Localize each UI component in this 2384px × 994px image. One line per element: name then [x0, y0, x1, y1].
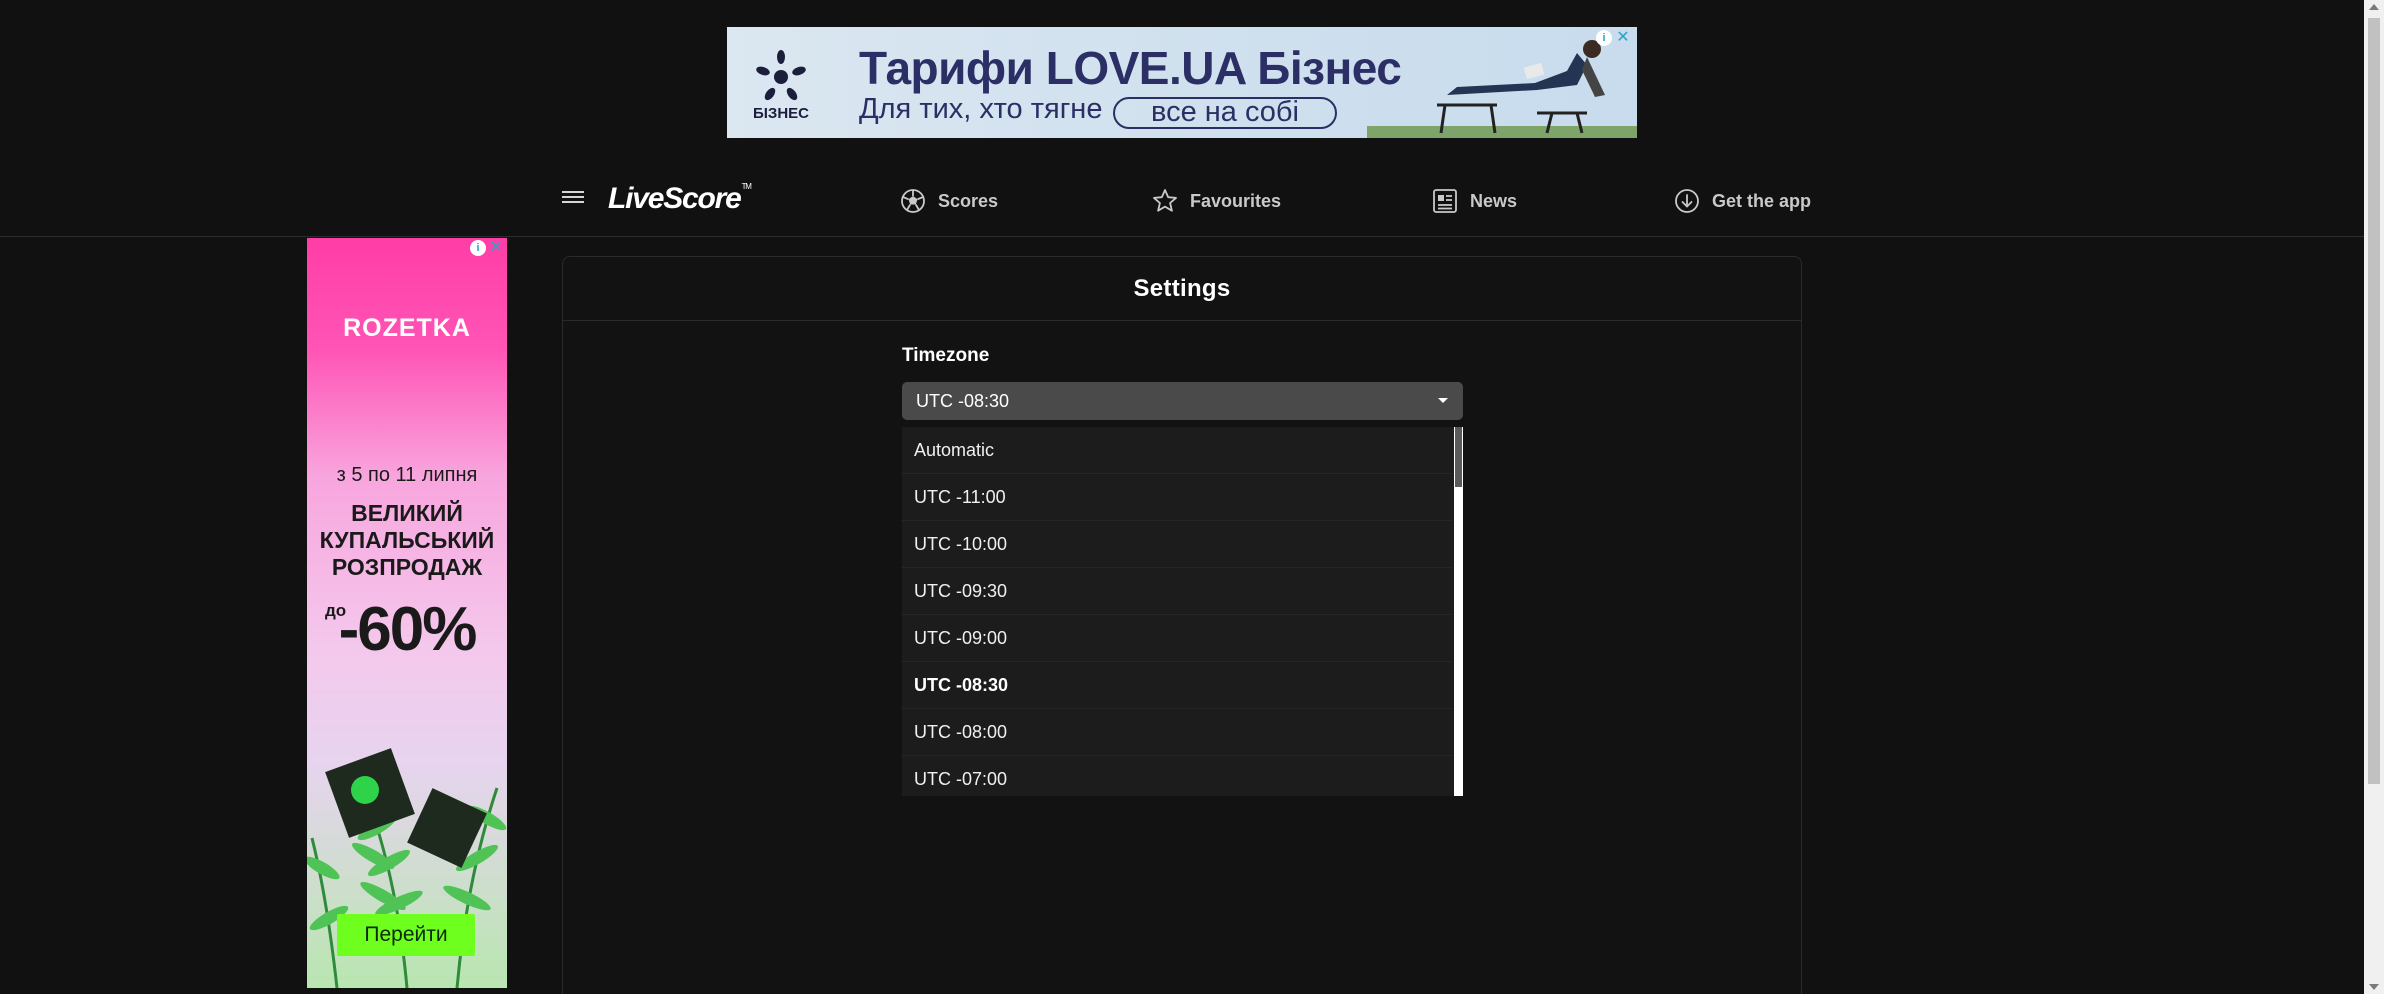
- nav-favourites[interactable]: Favourites: [1152, 186, 1281, 216]
- timezone-select[interactable]: UTC -08:30: [902, 382, 1463, 420]
- nav-scores[interactable]: Scores: [900, 186, 998, 216]
- kyivstar-logo-icon: [756, 50, 806, 101]
- side-banner-ad[interactable]: i ✕ ROZETKA з 5 по 11 липня ВЕЛИКИЙ КУПА…: [307, 238, 507, 988]
- timezone-option[interactable]: UTC -08:00: [902, 709, 1452, 756]
- ad-close-icon[interactable]: ✕: [1615, 30, 1631, 46]
- scroll-up-arrow-icon[interactable]: [2369, 4, 2379, 10]
- timezone-option[interactable]: UTC -11:00: [902, 474, 1452, 521]
- side-ad-headline-line: ВЕЛИКИЙ: [351, 500, 463, 526]
- side-ad-dates: з 5 по 11 липня: [336, 464, 478, 486]
- timezone-option[interactable]: UTC -09:30: [902, 568, 1452, 615]
- brand-trademark: TM: [741, 182, 752, 191]
- side-ad-info-icon[interactable]: i: [470, 240, 486, 256]
- chevron-down-icon: [1438, 398, 1448, 403]
- dropdown-scrollbar-thumb[interactable]: [1455, 427, 1462, 487]
- nav-get-the-app-label: Get the app: [1712, 190, 1812, 211]
- rozetka-logo: ROZETKA: [343, 314, 471, 342]
- ad-highlight-text: все на собі: [1151, 96, 1299, 128]
- header-divider: [0, 236, 2364, 237]
- dropdown-scrollbar[interactable]: [1454, 427, 1463, 796]
- nav-news-label: News: [1470, 190, 1518, 211]
- nav-scores-label: Scores: [938, 190, 999, 211]
- scroll-down-arrow-icon[interactable]: [2369, 984, 2379, 990]
- top-banner-ad[interactable]: БІЗНЕС Тарифи LOVE.UA Бізнес Для тих, хт…: [727, 27, 1637, 138]
- page-title: Settings: [1133, 274, 1231, 302]
- page-scrollbar[interactable]: [2364, 0, 2384, 994]
- ad-info-icon[interactable]: i: [1596, 30, 1612, 46]
- download-icon: [1675, 189, 1699, 213]
- side-ad-discount: -60%: [338, 595, 478, 664]
- settings-header: Settings: [563, 257, 1801, 321]
- nav-get-the-app[interactable]: Get the app: [1674, 186, 1811, 216]
- ad-choices: i ✕: [1596, 30, 1631, 46]
- side-ad-headline-line: РОЗПРОДАЖ: [331, 554, 483, 580]
- nav-news[interactable]: News: [1432, 186, 1517, 216]
- site-header: LiveScoreTM Scores Favourites News Get t…: [0, 168, 2364, 238]
- ad-title: Тарифи LOVE.UA Бізнес: [859, 42, 1402, 94]
- brand-name: LiveScore: [608, 182, 742, 215]
- relaxing-man-illustration: [1437, 40, 1605, 134]
- timezone-option[interactable]: UTC -07:00: [902, 756, 1452, 796]
- ad-subtitle: Для тих, хто тягне: [859, 93, 1103, 125]
- livescore-logo[interactable]: LiveScoreTM: [608, 182, 752, 216]
- settings-panel: Settings Timezone UTC -08:30 Automatic U…: [562, 256, 1802, 994]
- timezone-dropdown-list[interactable]: Automatic UTC -11:00 UTC -10:00 UTC -09:…: [902, 427, 1463, 796]
- timezone-option[interactable]: Automatic: [902, 427, 1452, 474]
- side-ad-headline-line: КУПАЛЬСЬКИЙ: [319, 527, 495, 553]
- ad-logo-text: БІЗНЕС: [752, 105, 809, 122]
- page-scrollbar-thumb[interactable]: [2368, 18, 2380, 784]
- timezone-option[interactable]: UTC -09:00: [902, 615, 1452, 662]
- side-ad-close-icon[interactable]: ✕: [488, 240, 504, 256]
- soccer-ball-icon: [901, 189, 925, 213]
- timezone-selected-value: UTC -08:30: [916, 390, 1010, 411]
- nav-favourites-label: Favourites: [1190, 190, 1282, 211]
- side-ad-headline: ВЕЛИКИЙ КУПАЛЬСЬКИЙ РОЗПРОДАЖ: [307, 500, 507, 581]
- newspaper-icon: [1433, 189, 1457, 213]
- star-icon: [1153, 189, 1177, 212]
- timezone-option[interactable]: UTC -10:00: [902, 521, 1452, 568]
- hamburger-menu-icon[interactable]: [562, 188, 584, 208]
- timezone-label: Timezone: [902, 345, 990, 366]
- side-ad-choices: i ✕: [470, 240, 504, 256]
- side-ad-cta-button[interactable]: Перейти: [337, 914, 475, 956]
- ad-highlight-pill: все на собі: [1113, 97, 1337, 129]
- timezone-option-selected[interactable]: UTC -08:30: [902, 662, 1452, 709]
